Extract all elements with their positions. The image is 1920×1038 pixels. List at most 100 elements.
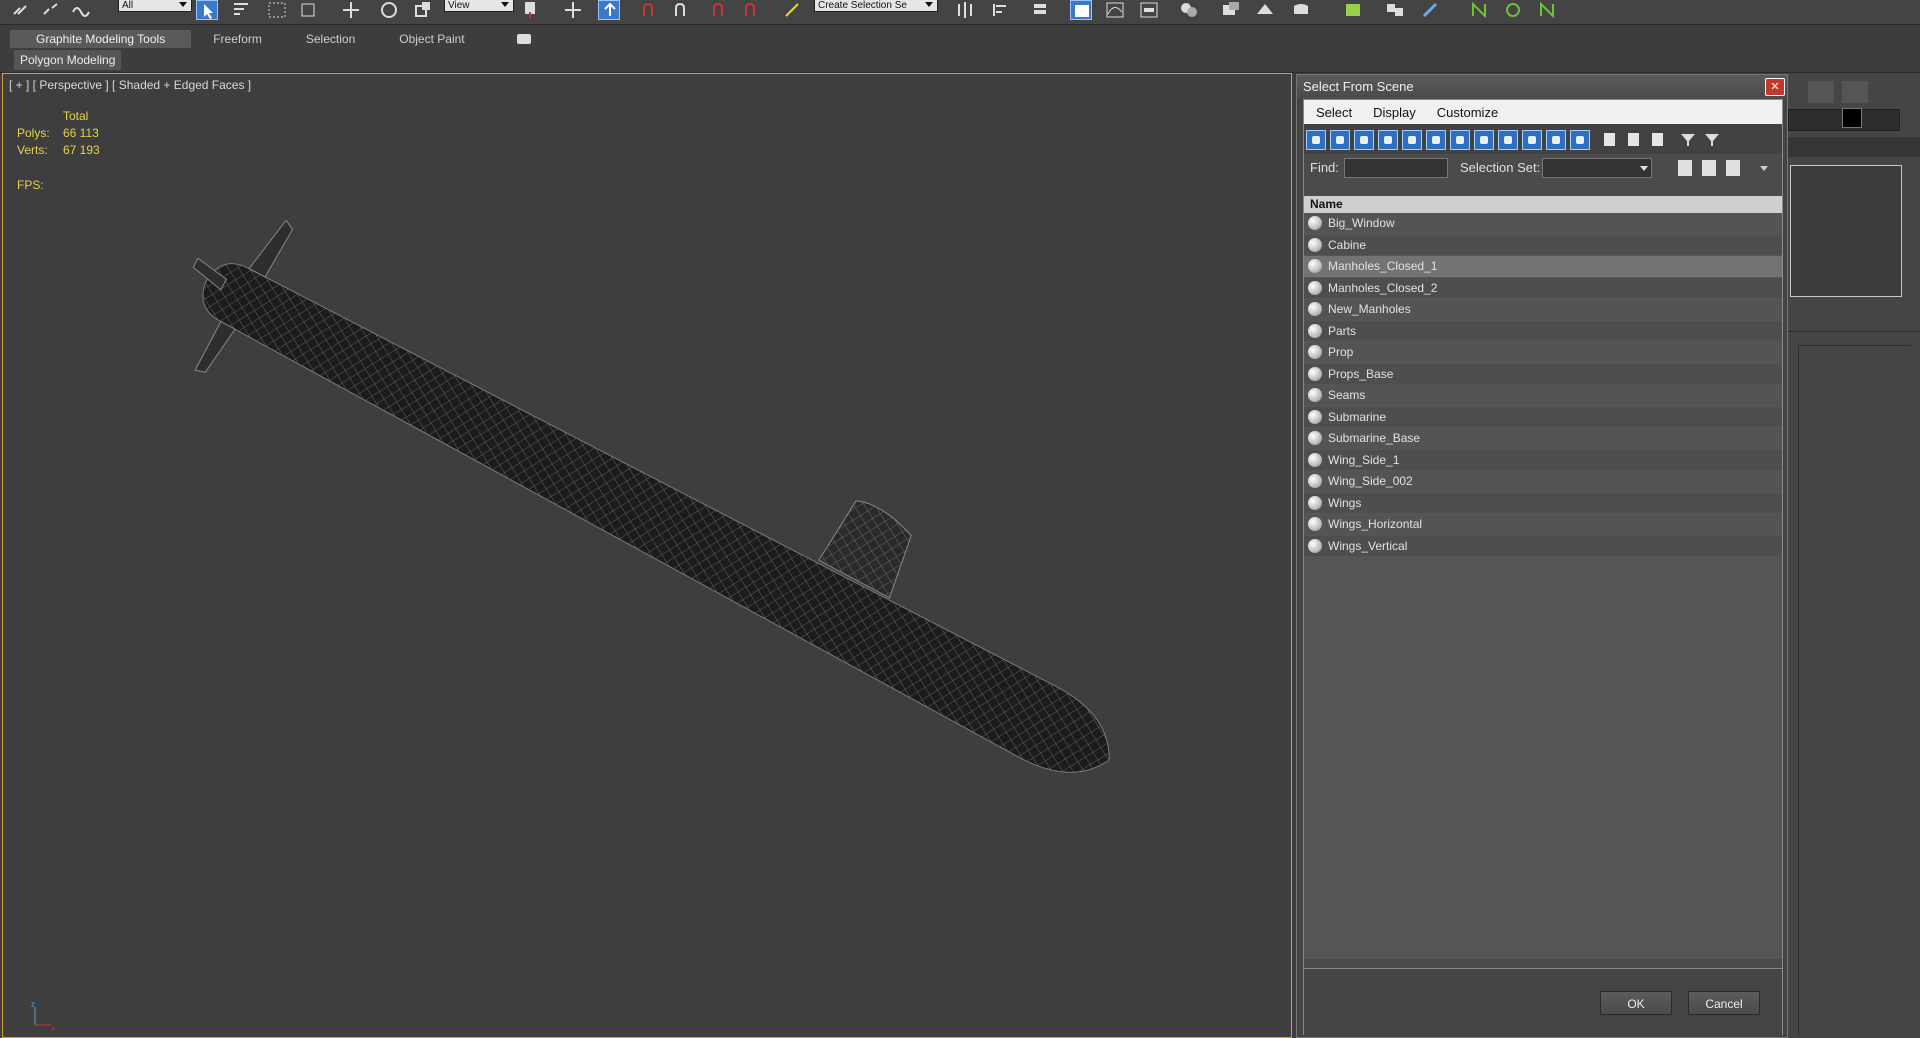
list-item[interactable]: Wing_Side_002: [1304, 471, 1782, 493]
dialog-title[interactable]: Select From Scene: [1297, 75, 1787, 99]
snaps-toggle-icon[interactable]: [640, 0, 662, 20]
list-item[interactable]: Seams: [1304, 385, 1782, 407]
angle-snap-icon[interactable]: [672, 0, 694, 20]
populate-icon[interactable]: [1384, 0, 1406, 20]
rectangular-selection-icon[interactable]: [266, 0, 288, 20]
polygon-modeling-panel[interactable]: Polygon Modeling: [14, 50, 122, 70]
tab-selection[interactable]: Selection: [284, 30, 377, 48]
layer-manager-icon[interactable]: [1030, 0, 1052, 20]
menu-customize[interactable]: Customize: [1425, 105, 1507, 120]
named-selection-set-combo[interactable]: Create Selection Se: [814, 0, 938, 12]
selection-set-remove-icon[interactable]: [1702, 160, 1716, 176]
viewport-label[interactable]: [ + ] [ Perspective ] [ Shaded + Edged F…: [9, 78, 251, 92]
pivot-center-icon[interactable]: [520, 0, 542, 20]
find-input[interactable]: [1344, 158, 1448, 178]
paint-tool-icon[interactable]: [1420, 0, 1442, 20]
filter-space-warps-icon[interactable]: [1426, 130, 1446, 150]
list-item[interactable]: Big_Window: [1304, 213, 1782, 235]
schematic-view-icon[interactable]: [1138, 0, 1160, 20]
ribbon-options-icon[interactable]: [516, 34, 531, 44]
mirror-icon[interactable]: [954, 0, 976, 20]
spinner-snap-icon[interactable]: [742, 0, 764, 20]
rendered-frame-window-icon[interactable]: [1254, 0, 1276, 20]
cancel-button[interactable]: Cancel: [1688, 991, 1760, 1015]
unlink-icon[interactable]: [40, 0, 62, 20]
object-list-empty-area[interactable]: [1304, 557, 1782, 959]
edit-named-selection-icon[interactable]: [782, 0, 804, 20]
filter-lights-icon[interactable]: [1354, 130, 1374, 150]
rotate-icon[interactable]: [378, 0, 400, 20]
modifier-list-dropdown[interactable]: [1788, 137, 1920, 157]
scale-icon[interactable]: [412, 0, 434, 20]
geometry-object-icon: [1308, 495, 1322, 510]
layer-filter-combo[interactable]: All: [118, 0, 192, 12]
select-none-icon[interactable]: [1624, 130, 1644, 150]
list-item[interactable]: Wings: [1304, 492, 1782, 514]
tab-object-paint[interactable]: Object Paint: [377, 30, 486, 48]
list-item[interactable]: Submarine: [1304, 406, 1782, 428]
percent-snap-icon[interactable]: [710, 0, 732, 20]
tab-graphite-modeling-tools[interactable]: Graphite Modeling Tools: [10, 30, 192, 48]
filter-containers-icon[interactable]: [1522, 130, 1542, 150]
list-item[interactable]: Cabine: [1304, 234, 1782, 256]
curve-editor-icon[interactable]: [1104, 0, 1126, 20]
filter-geometry-icon[interactable]: [1306, 130, 1326, 150]
select-manipulate-icon[interactable]: [562, 0, 584, 20]
select-invert-icon[interactable]: [1648, 130, 1668, 150]
ok-button[interactable]: OK: [1600, 991, 1672, 1015]
utilities-tab-icon[interactable]: [1842, 81, 1868, 103]
list-item[interactable]: New_Manholes: [1304, 299, 1782, 321]
select-all-icon[interactable]: [1600, 130, 1620, 150]
selection-set-dropdown[interactable]: [1542, 158, 1652, 178]
list-item[interactable]: Wings_Vertical: [1304, 535, 1782, 557]
object-color-swatch[interactable]: [1842, 108, 1862, 128]
filter-groups-icon[interactable]: [1450, 130, 1470, 150]
list-item[interactable]: Wing_Side_1: [1304, 449, 1782, 471]
menu-display[interactable]: Display: [1361, 105, 1425, 120]
render-production-icon[interactable]: [1290, 0, 1312, 20]
tab-freeform[interactable]: Freeform: [191, 30, 284, 48]
render-setup-icon[interactable]: [1220, 0, 1242, 20]
align-icon[interactable]: [990, 0, 1012, 20]
select-object-icon[interactable]: [196, 0, 218, 20]
list-item[interactable]: Manholes_Closed_1: [1304, 256, 1782, 278]
filter-options-icon[interactable]: [1702, 130, 1722, 150]
link-icon[interactable]: [10, 0, 32, 20]
selection-set-add-icon[interactable]: [1678, 160, 1692, 176]
toolbar-overflow-icon[interactable]: [1760, 166, 1768, 175]
green-tool-3-icon[interactable]: [1536, 0, 1558, 20]
list-item[interactable]: Parts: [1304, 320, 1782, 342]
script-tool-icon[interactable]: [1342, 0, 1364, 20]
selection-set-edit-icon[interactable]: [1726, 160, 1740, 176]
list-item[interactable]: Props_Base: [1304, 363, 1782, 385]
green-tool-1-icon[interactable]: [1468, 0, 1490, 20]
material-editor-icon[interactable]: [1178, 0, 1200, 20]
green-tool-2-icon[interactable]: [1502, 0, 1524, 20]
list-item[interactable]: Submarine_Base: [1304, 428, 1782, 450]
list-item[interactable]: Manholes_Closed_2: [1304, 277, 1782, 299]
filter-cameras-icon[interactable]: [1378, 130, 1398, 150]
filter-frozen-icon[interactable]: [1546, 130, 1566, 150]
menu-select[interactable]: Select: [1304, 105, 1361, 120]
reference-coordinate-combo[interactable]: View: [444, 0, 514, 12]
list-item[interactable]: Prop: [1304, 342, 1782, 364]
move-icon[interactable]: [340, 0, 362, 20]
graphite-toggle-icon[interactable]: [1070, 0, 1092, 20]
filter-shapes-icon[interactable]: [1330, 130, 1350, 150]
display-tab-icon[interactable]: [1808, 81, 1834, 103]
filter-hidden-icon[interactable]: [1570, 130, 1590, 150]
window-crossing-icon[interactable]: [298, 0, 320, 20]
filter-helpers-icon[interactable]: [1402, 130, 1422, 150]
select-by-name-icon[interactable]: [230, 0, 252, 20]
bind-space-warp-icon[interactable]: [70, 0, 92, 20]
perspective-viewport[interactable]: [ + ] [ Perspective ] [ Shaded + Edged F…: [2, 73, 1292, 1038]
filter-funnel-icon[interactable]: [1678, 130, 1698, 150]
filter-xrefs-icon[interactable]: [1474, 130, 1494, 150]
filter-bones-icon[interactable]: [1498, 130, 1518, 150]
column-header-name[interactable]: Name: [1304, 196, 1782, 213]
geometry-object-icon: [1308, 538, 1322, 553]
list-item[interactable]: Wings_Horizontal: [1304, 514, 1782, 536]
keyboard-shortcut-override-icon[interactable]: [598, 0, 620, 20]
close-icon[interactable]: ✕: [1765, 78, 1785, 96]
modifier-stack[interactable]: [1790, 165, 1902, 297]
